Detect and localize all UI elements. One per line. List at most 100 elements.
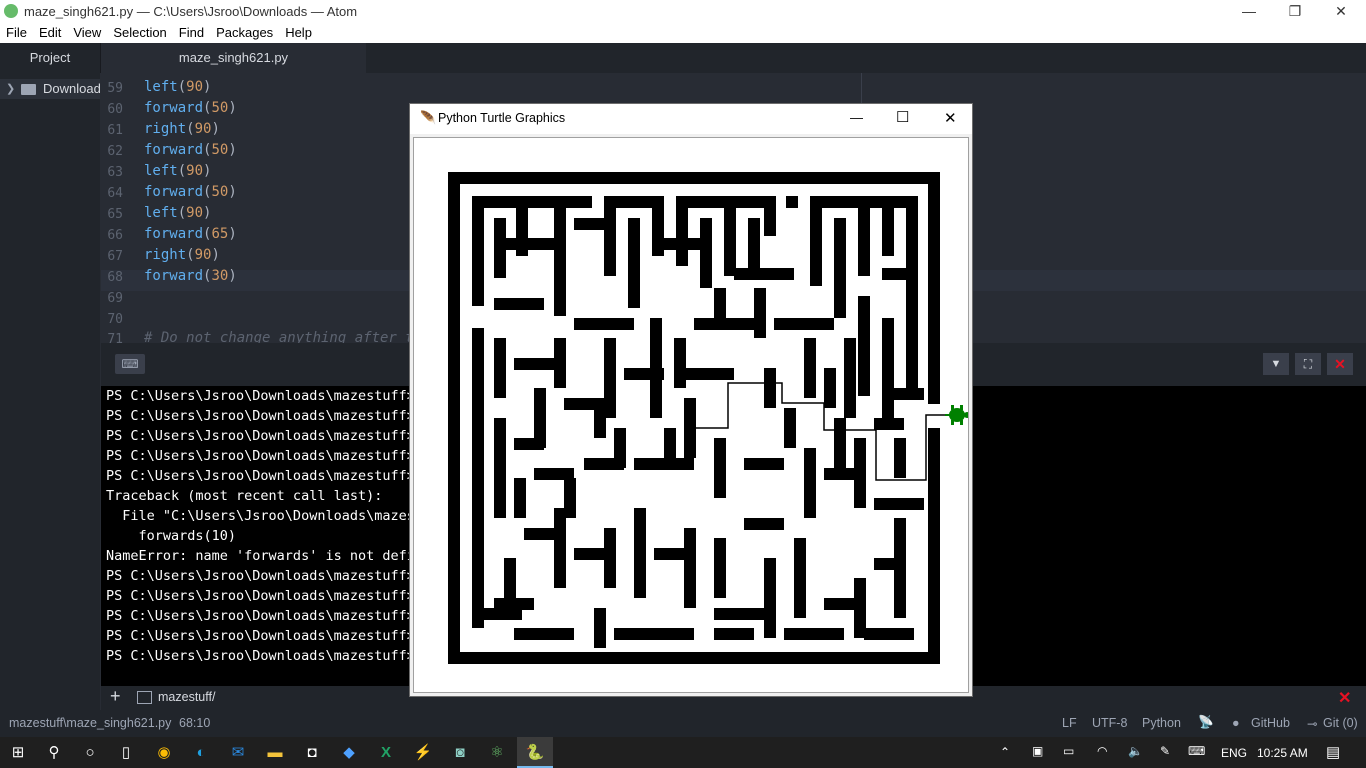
maze-wall-segment bbox=[884, 388, 924, 400]
menu-file[interactable]: File bbox=[0, 23, 33, 43]
dropbox-icon[interactable]: ◆ bbox=[331, 737, 367, 768]
add-terminal-button[interactable]: + bbox=[110, 686, 121, 707]
tab-file[interactable]: maze_singh621.py bbox=[101, 43, 366, 73]
status-git[interactable]: Git (0) bbox=[1323, 716, 1358, 730]
code-argument: 30 bbox=[211, 268, 229, 284]
keyboard-icon[interactable]: ⌨ bbox=[115, 354, 145, 374]
wifi-icon[interactable]: ◠ bbox=[1097, 744, 1107, 758]
store-icon[interactable]: ◘ bbox=[294, 737, 330, 768]
menu-view[interactable]: View bbox=[67, 23, 107, 43]
chevron-down-icon[interactable]: ▼ bbox=[1263, 353, 1289, 375]
pen-icon[interactable]: ✎ bbox=[1160, 744, 1170, 758]
tree-item-label: Downloads bbox=[43, 81, 100, 96]
maze-wall-segment bbox=[882, 268, 918, 280]
code-argument: 65 bbox=[211, 226, 229, 242]
maze-wall-segment bbox=[674, 368, 734, 380]
close-button[interactable]: ✕ bbox=[1318, 0, 1364, 23]
close-terminal-icon[interactable]: ✕ bbox=[1327, 353, 1353, 375]
tab-project[interactable]: Project bbox=[0, 43, 101, 73]
mail-icon[interactable]: ✉ bbox=[220, 737, 256, 768]
turtle-title-bar[interactable]: 🪶 Python Turtle Graphics — ☐ ✕ bbox=[410, 104, 972, 134]
code-function: forward bbox=[144, 226, 204, 242]
powershell-icon[interactable]: ⚡ bbox=[405, 737, 441, 768]
windows-start-icon[interactable]: ⊞ bbox=[0, 737, 36, 768]
volume-icon[interactable]: 🔈 bbox=[1128, 744, 1143, 758]
keyboard-tray-icon[interactable]: ⌨ bbox=[1188, 744, 1205, 758]
maze-wall-segment bbox=[834, 418, 846, 478]
terminal-line: PS C:\Users\Jsroo\Downloads\mazestuff> bbox=[106, 588, 415, 604]
maze-wall-segment bbox=[882, 318, 894, 418]
code-argument: 50 bbox=[211, 184, 229, 200]
status-cursor-position[interactable]: 68:10 bbox=[179, 716, 210, 730]
maze-wall-segment bbox=[894, 438, 906, 478]
code-function: left bbox=[144, 79, 178, 95]
turtle-minimize-button[interactable]: — bbox=[850, 110, 863, 125]
maze-wall-segment bbox=[448, 172, 940, 184]
search-icon[interactable]: ⚲ bbox=[36, 737, 72, 768]
battery-icon[interactable]: ▭ bbox=[1063, 744, 1074, 758]
status-encoding[interactable]: UTF-8 bbox=[1092, 716, 1127, 730]
window-title-bar[interactable]: maze_singh621.py — C:\Users\Jsroo\Downlo… bbox=[0, 0, 1366, 23]
code-line: forward(50) bbox=[144, 184, 237, 200]
status-bar: mazestuff\maze_singh621.py 68:10 LF UTF-… bbox=[0, 710, 1366, 737]
menu-selection[interactable]: Selection bbox=[107, 23, 172, 43]
maze-wall-segment bbox=[714, 608, 774, 620]
code-argument: 90 bbox=[186, 163, 204, 179]
maze-wall-segment bbox=[472, 328, 484, 628]
turtle-maximize-button[interactable]: ☐ bbox=[896, 108, 909, 126]
status-file-path[interactable]: mazestuff\maze_singh621.py bbox=[9, 716, 171, 730]
gutter-number: 69 bbox=[107, 291, 123, 306]
notification-icon[interactable]: ▤ bbox=[1326, 743, 1340, 761]
chevron-up-icon[interactable]: ⌃ bbox=[1000, 745, 1010, 759]
restore-button[interactable]: ❐ bbox=[1272, 0, 1318, 23]
maximize-panel-icon[interactable]: ⛶ bbox=[1295, 353, 1321, 375]
code-comment: # Do not change anything after thi bbox=[144, 330, 431, 343]
excel-icon[interactable]: X bbox=[368, 737, 404, 768]
maze-drawing bbox=[448, 172, 968, 664]
file-explorer-icon[interactable]: ▬ bbox=[257, 737, 293, 768]
maze-wall-segment bbox=[858, 296, 870, 396]
turtle-window[interactable]: 🪶 Python Turtle Graphics — ☐ ✕ bbox=[409, 103, 973, 697]
minimize-button[interactable]: — bbox=[1226, 0, 1272, 23]
cortana-icon[interactable]: ○ bbox=[72, 737, 108, 768]
maze-wall-segment bbox=[774, 318, 834, 330]
status-github[interactable]: GitHub bbox=[1251, 716, 1290, 730]
gutter-number: 64 bbox=[107, 186, 123, 201]
tray-icon-1[interactable]: ▣ bbox=[1032, 744, 1043, 758]
chevron-right-icon: ❯ bbox=[6, 83, 16, 95]
broadcast-icon[interactable]: 📡 bbox=[1198, 715, 1214, 730]
language-indicator[interactable]: ENG bbox=[1221, 746, 1247, 760]
maze-wall-segment bbox=[858, 196, 870, 276]
code-function: right bbox=[144, 247, 187, 263]
python-taskbar-icon[interactable]: 🐍 bbox=[517, 737, 553, 768]
maze-wall-segment bbox=[714, 288, 726, 328]
code-argument: 90 bbox=[186, 205, 204, 221]
app-icon[interactable]: ◙ bbox=[442, 737, 478, 768]
atom-taskbar-icon[interactable]: ⚛ bbox=[479, 737, 515, 768]
terminal-icon bbox=[137, 691, 152, 704]
close-icon[interactable]: ✕ bbox=[1338, 688, 1351, 708]
code-argument: 90 bbox=[194, 247, 212, 263]
status-line-ending[interactable]: LF bbox=[1062, 716, 1077, 730]
menu-packages[interactable]: Packages bbox=[210, 23, 279, 43]
code-line: forward(50) bbox=[144, 142, 237, 158]
turtle-canvas[interactable] bbox=[413, 137, 969, 693]
edge-icon[interactable]: ◐ bbox=[183, 737, 219, 768]
menu-help[interactable]: Help bbox=[279, 23, 318, 43]
chrome-icon[interactable]: ◉ bbox=[146, 737, 182, 768]
tab-bar: Project maze_singh621.py bbox=[0, 43, 1366, 73]
terminal-tab-label[interactable]: mazestuff/ bbox=[158, 690, 215, 704]
menu-find[interactable]: Find bbox=[173, 23, 210, 43]
task-view-icon[interactable]: ▯ bbox=[108, 737, 144, 768]
terminal-line: PS C:\Users\Jsroo\Downloads\mazestuff> bbox=[106, 388, 415, 404]
maze-wall-segment bbox=[674, 338, 686, 388]
tree-item-downloads[interactable]: ❯ Downloads bbox=[0, 79, 100, 99]
maze-wall-segment bbox=[714, 538, 726, 598]
turtle-close-button[interactable]: ✕ bbox=[944, 109, 957, 127]
status-grammar[interactable]: Python bbox=[1142, 716, 1181, 730]
clock[interactable]: 10:25 AM bbox=[1257, 746, 1308, 760]
windows-taskbar: ⊞ ⚲ ○ ▯ ◉ ◐ ✉ ▬ ◘ ◆ X ⚡ ◙ ⚛ 🐍 ⌃ ▣ ▭ ◠ 🔈 … bbox=[0, 737, 1366, 768]
maze-wall-segment bbox=[928, 428, 940, 664]
maze-wall-segment bbox=[494, 298, 544, 310]
menu-edit[interactable]: Edit bbox=[33, 23, 67, 43]
